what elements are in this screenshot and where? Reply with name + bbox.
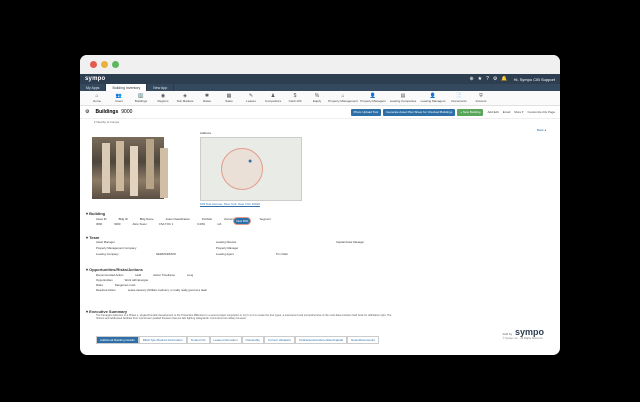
gear-icon[interactable]: ⚙ [85, 109, 89, 115]
tab-my-apps[interactable]: My Apps [80, 84, 107, 91]
app-tabs: My Apps Building Inventory New App [80, 84, 560, 91]
toolbar-users[interactable]: 👥 Users [108, 93, 130, 103]
detail-tabs: Additional Building Details REIA Tyle Mo… [96, 336, 379, 344]
tab-new-app[interactable]: New App [147, 84, 175, 91]
toolbar-sub-markets[interactable]: ◈ Sub Markets [174, 93, 196, 103]
view-pdf-button[interactable]: View PDF [233, 217, 252, 225]
toolbar-insurers[interactable]: ⛨ Insurers [470, 93, 492, 103]
tab-ownership[interactable]: Ownership [241, 336, 264, 344]
app-header: sympo ⊕ ★ ? ⚙ 🔔 Hi, Sympo CIB Support [80, 74, 560, 84]
more-action[interactable]: More ▾ [514, 110, 523, 114]
settings-icon[interactable]: ⚙ [493, 76, 497, 82]
executive-summary-text: The Kenagaro Attention is a Phase 1, sin… [96, 314, 392, 321]
opportunities-section-title[interactable]: ▾ Opportunities/Risks/Actions [86, 267, 546, 272]
browser-window: sympo ⊕ ★ ? ⚙ 🔔 Hi, Sympo CIB Support My… [80, 55, 560, 355]
toolbar-competitors[interactable]: ♟ Competitors [262, 93, 284, 103]
toolbar-documents[interactable]: 📄 Documents [448, 93, 470, 103]
tab-building-inventory[interactable]: Building Inventory [106, 84, 148, 91]
notifications-icon[interactable]: 🔔 [501, 76, 507, 82]
building-photo [92, 137, 164, 199]
tab-reia-model-info[interactable]: REIA Tyle Modred Information [138, 336, 187, 344]
building-section: ▾ Building Asset ID Bldg ID Bldg Name As… [86, 209, 546, 226]
toolbar-leasing-companies[interactable]: ▤ Leasing Companies [388, 93, 418, 103]
maximize-window-button[interactable] [112, 61, 119, 68]
tab-characteristics[interactable]: Characteristics/Amenities/Capital [295, 336, 348, 344]
building-values: 3660 9000 Alice Tower CSA TOC 1 0.00% n/… [96, 222, 222, 226]
generate-asset-plan-button[interactable]: Generate Asset Plan Sheet for Checked Bu… [383, 108, 456, 116]
map-radius-circle [221, 148, 263, 190]
map-pin-icon[interactable]: ● [248, 158, 252, 165]
toolbar-sales[interactable]: ▦ Sales [218, 93, 240, 103]
close-window-button[interactable] [90, 61, 97, 68]
page-title: Buildings [95, 109, 119, 115]
star-icon[interactable]: ★ [478, 76, 482, 82]
photo-upload-button[interactable]: Photo Upload Tool [350, 108, 382, 116]
tab-lease-info[interactable]: Lease Information [209, 336, 242, 344]
toolbar-cash[interactable]: $ Cash 100 [284, 93, 306, 103]
title-bar [80, 55, 560, 74]
back-link[interactable]: Back ◂ [537, 128, 546, 132]
toolbar-buildings[interactable]: 🏢 Buildings [130, 93, 152, 103]
nearby-comps-toggle[interactable]: ▾ Nearby & Comps [94, 120, 119, 124]
opportunities-row: Risks Dangerous roofs [96, 283, 136, 287]
footer-brand: built by sympo © Sympo, Inc. · All Right… [502, 327, 544, 340]
address-label: Address [200, 131, 212, 135]
address-link[interactable]: 109 Test Avenue, New York, New York 1001… [200, 202, 260, 206]
tab-tenant-info[interactable]: Tenant Info [186, 336, 210, 344]
team-section: ▾ Team Asset Manager Leasing Director Ca… [86, 233, 546, 256]
opportunities-row: Opportunities Work with Energas [96, 278, 149, 282]
new-building-button[interactable]: + New Building [457, 108, 484, 116]
email-action[interactable]: Email [503, 110, 511, 114]
building-section-title[interactable]: ▾ Building [86, 211, 546, 216]
tab-additional-building-details[interactable]: Additional Building Details [96, 336, 139, 344]
opportunities-row: Recommended Action Hold Action Timeframe… [96, 273, 194, 277]
toolbar-home[interactable]: ⌂ Home [86, 93, 108, 103]
minimize-window-button[interactable] [101, 61, 108, 68]
toolbar-leasing-managers[interactable]: 👤 Leasing Managers [418, 93, 448, 103]
toolbar-equity[interactable]: % Equity [306, 93, 328, 103]
opportunities-row: Required Action Lease vacancy (brilliant… [96, 288, 207, 292]
customize-page-action[interactable]: Customize this Page [527, 110, 555, 114]
sympo-logo: sympo [85, 76, 106, 82]
map-view[interactable]: ● [200, 137, 302, 201]
main-content: Back ◂ Address ● 109 Test Avenue, New Yo… [86, 127, 554, 344]
page-header: ⚙ Buildings 9000 Photo Upload Tool Gener… [80, 106, 560, 119]
building-headers: Asset ID Bldg ID Bldg Name Asset Classif… [96, 217, 271, 221]
executive-summary-section: ▾ Executive Summary The Kenagaro Attenti… [86, 307, 546, 321]
toolbar-regions[interactable]: ◉ Regions [152, 93, 174, 103]
module-toolbar: ⌂ Home 👥 Users 🏢 Buildings ◉ Regions ◈ Sub Ma… [80, 91, 560, 106]
tab-notes-documents[interactable]: Notes/Documents [347, 336, 379, 344]
building-id: 9000 [121, 109, 133, 115]
toolbar-leases[interactable]: ✎ Leases [240, 93, 262, 103]
toolbar-property-managers[interactable]: 👤 Property Managers [358, 93, 388, 103]
toolbar-rates[interactable]: ✱ Rates [196, 93, 218, 103]
team-grid: Asset Manager Leasing Director Capital A… [96, 240, 365, 256]
toolbar-property-management[interactable]: ⌂ Property Management [328, 93, 358, 103]
copyright: © Sympo, Inc. · All Rights Reserved [502, 337, 543, 340]
user-menu[interactable]: Hi, Sympo CIB Support [514, 77, 555, 82]
help-icon[interactable]: ? [486, 76, 489, 82]
sympo-footer-logo: sympo [514, 327, 544, 337]
tab-current-valuation[interactable]: Current Valuation [263, 336, 295, 344]
add-icon[interactable]: ⊕ [469, 76, 473, 82]
edit-action[interactable]: Add Edit [487, 110, 498, 114]
opportunities-section: ▾ Opportunities/Risks/Actions Recommende… [86, 265, 546, 292]
